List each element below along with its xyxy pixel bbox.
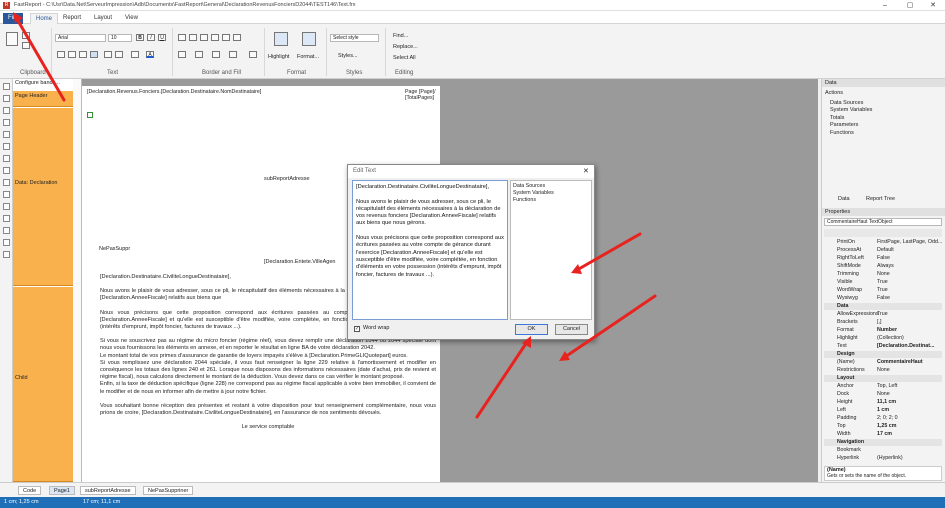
annotation-overlay — [13, 12, 657, 419]
arrow-to-ok-button — [475, 340, 529, 419]
arrow-to-file-menu — [15, 17, 66, 102]
arrow-to-page-text — [563, 294, 657, 359]
arrow-to-dialog — [575, 232, 642, 272]
